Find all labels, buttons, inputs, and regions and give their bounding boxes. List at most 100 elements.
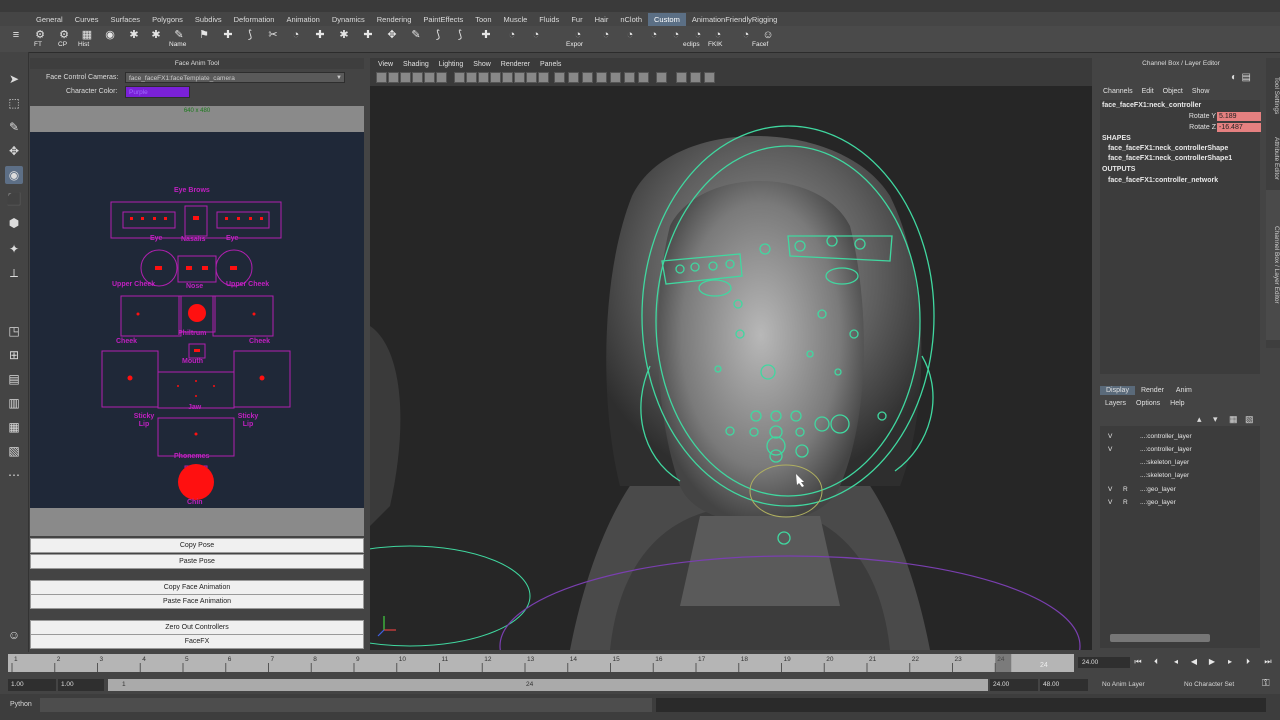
shelf-joint-icon[interactable]: ✱ xyxy=(126,29,142,42)
nose-control-dot[interactable] xyxy=(188,304,206,322)
shelf-tab-hair[interactable]: Hair xyxy=(589,13,615,26)
shelf-script3-icon[interactable]: ◔ xyxy=(598,29,614,42)
go-to-start-icon[interactable]: ⏮ xyxy=(1132,656,1144,668)
shelf-tab-rendering[interactable]: Rendering xyxy=(371,13,418,26)
shelf-menu-icon[interactable]: ≡ xyxy=(8,29,24,42)
layer-move-up-icon[interactable]: ▴ xyxy=(1197,414,1202,425)
layout-four-icon[interactable]: ⊞ xyxy=(5,346,23,364)
layer-menu-help[interactable]: Help xyxy=(1170,400,1184,407)
attr-rotate-y-value[interactable]: 5.189 xyxy=(1217,112,1261,121)
layout-custom-icon[interactable]: ▧ xyxy=(5,442,23,460)
cb-menu-edit[interactable]: Edit xyxy=(1142,88,1154,95)
viewport-menu-lighting[interactable]: Lighting xyxy=(434,61,469,68)
move-tool-icon[interactable]: ✥ xyxy=(5,142,23,160)
bookmark-icon[interactable] xyxy=(400,72,411,83)
image-plane-icon[interactable] xyxy=(412,72,423,83)
command-input[interactable] xyxy=(40,698,652,712)
shelf-script6-icon[interactable]: ◔ xyxy=(668,29,684,42)
attr-rotate-z-label[interactable]: Rotate Z xyxy=(1158,124,1216,131)
command-language-label[interactable]: Python xyxy=(10,701,32,708)
step-forward-frame-icon[interactable]: ▸ xyxy=(1224,656,1236,668)
shelf-tab-toon[interactable]: Toon xyxy=(469,13,497,26)
attr-rotate-z-value[interactable]: -16.487 xyxy=(1217,123,1261,132)
lights-icon[interactable] xyxy=(610,72,621,83)
shape-item[interactable]: face_faceFX1:neck_controllerShape1 xyxy=(1108,155,1232,162)
upper-cheek-right-box[interactable] xyxy=(212,295,274,337)
textured-icon[interactable] xyxy=(596,72,607,83)
play-forward-icon[interactable]: ▶ xyxy=(1206,656,1218,668)
resolution-gate-icon[interactable] xyxy=(454,72,465,83)
shelf-tab-curves[interactable]: Curves xyxy=(69,13,105,26)
safe-title-icon[interactable] xyxy=(502,72,513,83)
grid-icon[interactable] xyxy=(424,72,435,83)
shelf-tab-fur[interactable]: Fur xyxy=(565,13,588,26)
character-color-dropdown[interactable]: Purple xyxy=(125,86,190,98)
playback-end-field[interactable]: 24.00 xyxy=(990,679,1038,691)
phonemes-control-dot[interactable] xyxy=(178,464,214,500)
layer-row[interactable]: ...:skeleton_layer xyxy=(1100,471,1260,483)
play-backward-icon[interactable]: ◀ xyxy=(1188,656,1200,668)
viewport-menu-shading[interactable]: Shading xyxy=(398,61,434,68)
shelf-tool-icon[interactable]: ✂ xyxy=(265,29,281,42)
layer-tab-anim[interactable]: Anim xyxy=(1170,386,1198,395)
shelf-script2-icon[interactable]: ◔ xyxy=(528,29,544,42)
paste-face-animation-button[interactable]: Paste Face Animation xyxy=(30,594,364,609)
shelf-tab-surfaces[interactable]: Surfaces xyxy=(104,13,146,26)
layout-graph-icon[interactable]: ▥ xyxy=(5,394,23,412)
animation-start-field[interactable]: 1.00 xyxy=(8,679,56,691)
step-back-key-icon[interactable]: ⏴ xyxy=(1150,656,1162,668)
side-tab-tool-settings[interactable]: Tool Settings xyxy=(1266,66,1280,126)
layer-list-scrollbar[interactable] xyxy=(1110,634,1210,642)
time-slider-track[interactable]: 1 2 3 4 5 6 7 8 9 10 11 12 13 14 15 16 17 18 19 20 21 22 23 24 … xyxy=(8,654,1074,672)
shelf-tab-animation[interactable]: Animation xyxy=(280,13,325,26)
step-back-frame-icon[interactable]: ◂ xyxy=(1170,656,1182,668)
select-camera-icon[interactable] xyxy=(676,72,687,83)
key-icon[interactable]: ⚿ xyxy=(1262,678,1270,689)
layer-menu-options[interactable]: Options xyxy=(1136,400,1160,407)
side-tab-channel-box[interactable]: Channel Box / Layer Editor xyxy=(1266,190,1280,340)
new-layer-selected-icon[interactable]: ▧ xyxy=(1245,414,1254,425)
shelf-tab-polygons[interactable]: Polygons xyxy=(146,13,189,26)
layout-more-icon[interactable]: ⋯ xyxy=(5,466,23,484)
shelf-axis-icon[interactable]: ✚ xyxy=(220,29,236,42)
cb-menu-object[interactable]: Object xyxy=(1163,88,1183,95)
select-tool-icon[interactable]: ➤ xyxy=(5,70,23,88)
anim-layer-dropdown[interactable]: No Anim Layer xyxy=(1102,681,1145,688)
camera-select-icon[interactable] xyxy=(376,72,387,83)
shadows-icon[interactable] xyxy=(624,72,635,83)
go-to-end-icon[interactable]: ⏭ xyxy=(1262,656,1274,668)
channel-box-options-icon[interactable]: ◐ xyxy=(1231,72,1237,83)
facefx-button[interactable]: FaceFX xyxy=(30,634,364,649)
scale-tool-icon[interactable]: ⬛ xyxy=(5,190,23,208)
shelf-tab-muscle[interactable]: Muscle xyxy=(498,13,534,26)
shelf-sphere-icon[interactable]: ◉ xyxy=(102,29,118,42)
layer-visibility-toggle[interactable]: V xyxy=(1108,486,1118,493)
layer-row[interactable]: ...:skeleton_layer xyxy=(1100,458,1260,470)
layout-outliner-icon[interactable]: ▤ xyxy=(5,370,23,388)
gate-mask-icon[interactable] xyxy=(466,72,477,83)
output-item[interactable]: face_faceFX1:controller_network xyxy=(1108,177,1218,184)
layer-row[interactable]: V R ...:geo_layer xyxy=(1100,485,1260,497)
soft-mod-icon[interactable]: ✦ xyxy=(5,240,23,258)
layer-visibility-toggle[interactable]: V xyxy=(1108,433,1118,440)
shelf-curve-icon[interactable]: ⟆ xyxy=(430,29,446,42)
safe-action-icon[interactable] xyxy=(490,72,501,83)
range-bar[interactable]: 1 24 xyxy=(108,679,988,691)
wireframe-on-shaded-icon[interactable] xyxy=(582,72,593,83)
isolate-icon[interactable] xyxy=(514,72,525,83)
shelf-rig-icon[interactable]: ⚑ xyxy=(196,29,212,42)
layer-visibility-toggle[interactable]: V xyxy=(1108,446,1118,453)
shelf-paint-icon[interactable]: ✎ xyxy=(408,29,424,42)
rotate-tool-icon[interactable]: ◉ xyxy=(5,166,23,184)
show-manip-icon[interactable]: ⟂ xyxy=(5,264,23,282)
current-frame-marker[interactable] xyxy=(995,654,1012,672)
face-tool-icon[interactable]: ☺ xyxy=(5,626,23,644)
viewport-menu-renderer[interactable]: Renderer xyxy=(496,61,535,68)
layer-reference-toggle[interactable]: R xyxy=(1123,486,1133,493)
new-layer-icon[interactable]: ▦ xyxy=(1229,414,1238,425)
shelf-script-icon[interactable]: ◔ xyxy=(504,29,520,42)
playback-start-field[interactable]: 1.00 xyxy=(58,679,104,691)
shelf-bend-icon[interactable]: ⟆ xyxy=(242,29,258,42)
wireframe-icon[interactable] xyxy=(554,72,565,83)
shelf-cross-icon[interactable]: ✚ xyxy=(478,29,494,42)
